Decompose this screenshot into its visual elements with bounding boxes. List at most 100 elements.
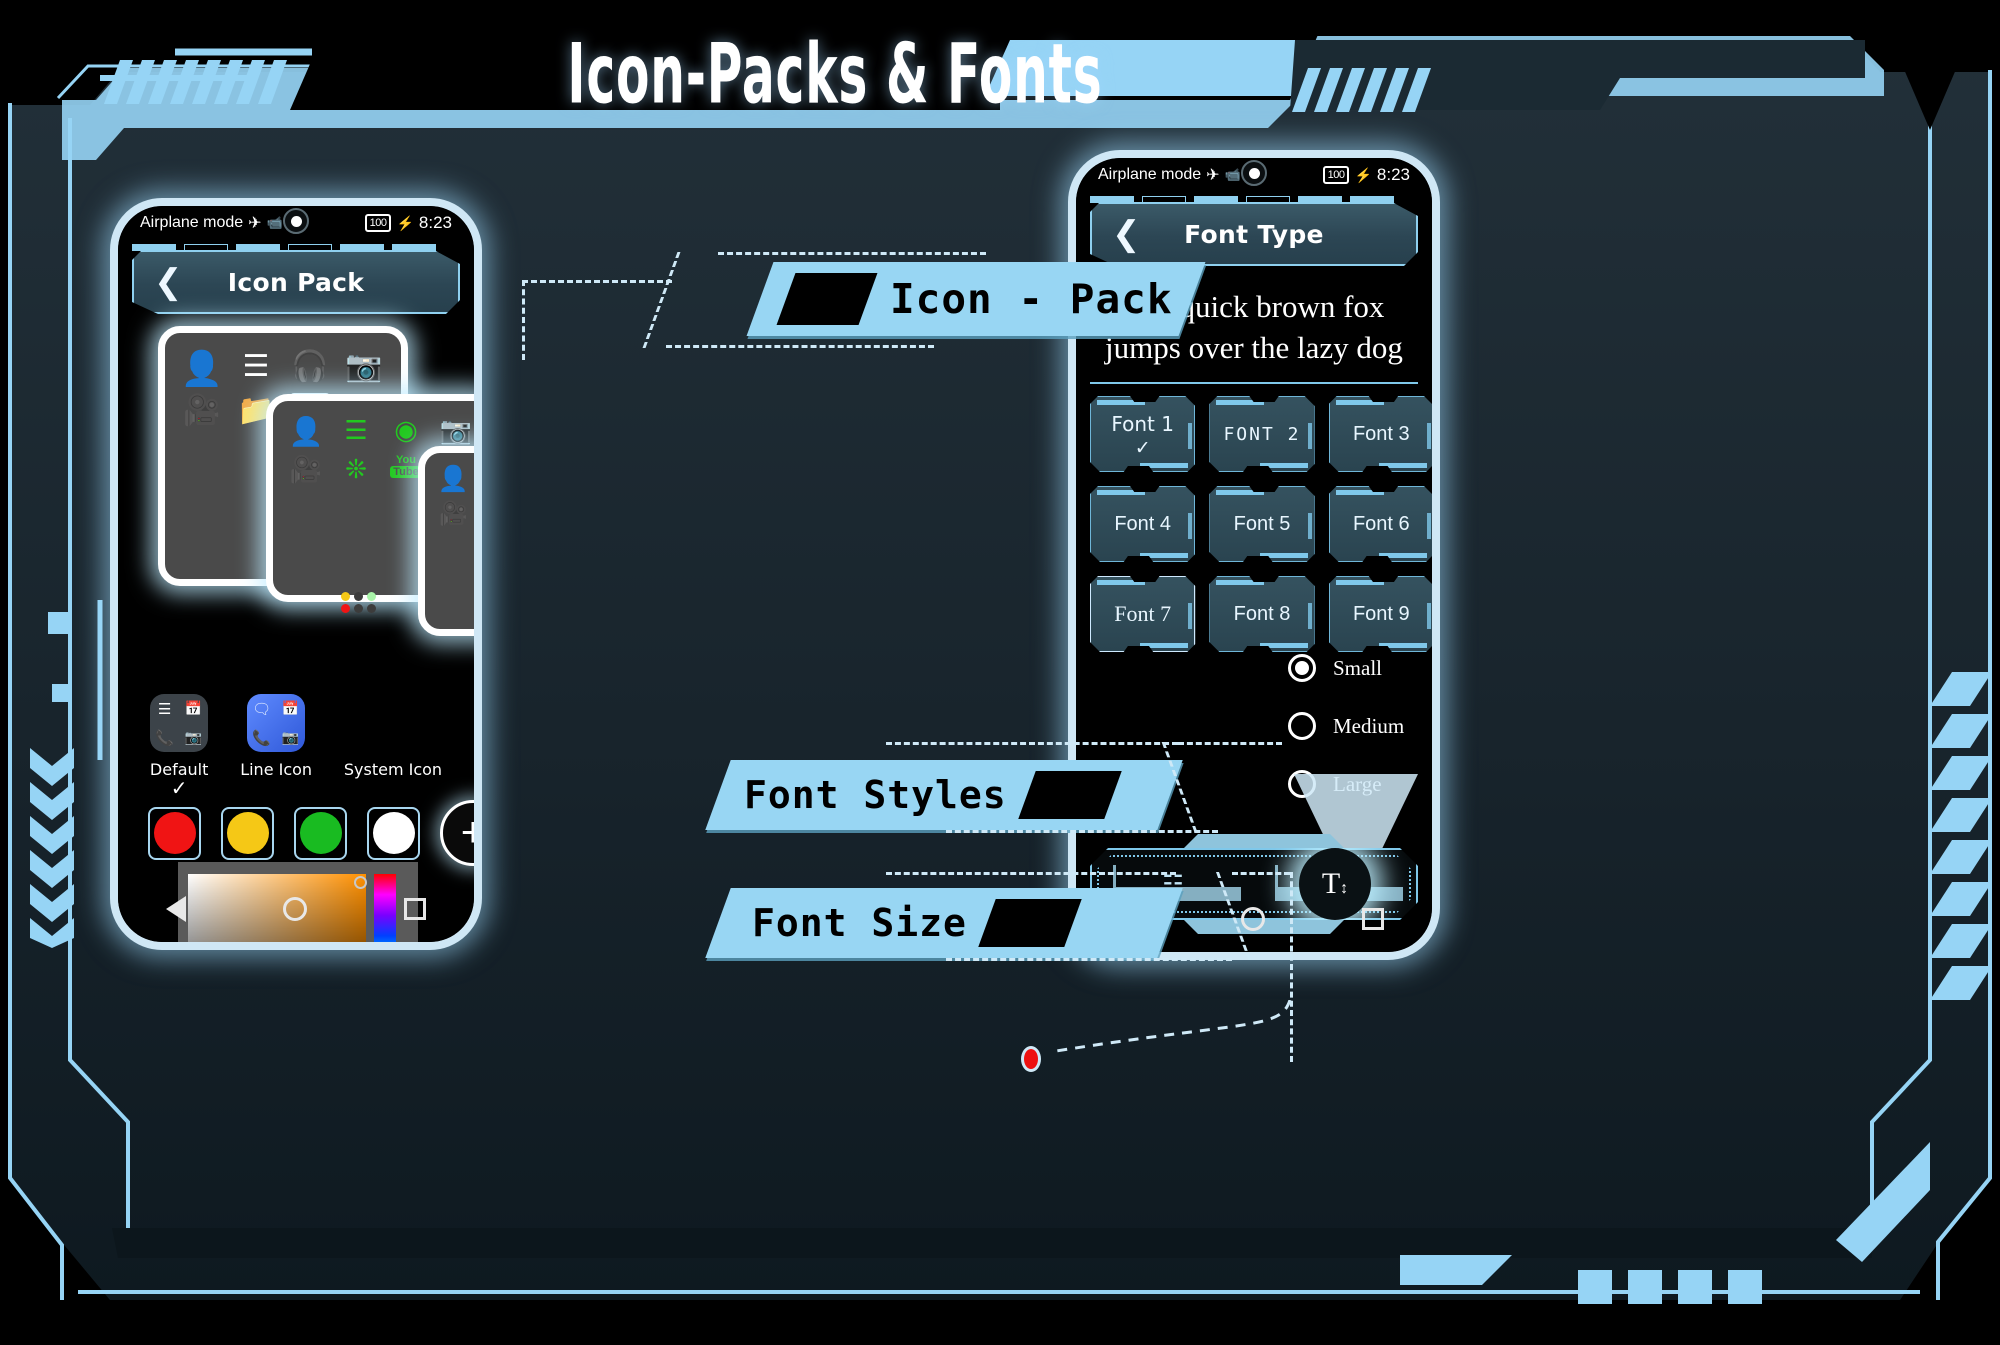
icon-grid-orange: 👤 ☰ ◉ 📷 🎥 ❊ YouTube 🎧 bbox=[425, 453, 474, 539]
font-option-7[interactable]: Font 7 bbox=[1090, 576, 1195, 652]
font-option-4[interactable]: Font 4 bbox=[1090, 486, 1195, 562]
equalizer-bars bbox=[500, 958, 1140, 1228]
leader-icon-pack-bottom bbox=[666, 345, 934, 348]
leader-icon-pack-stub bbox=[522, 280, 525, 360]
equalizer-bar bbox=[860, 1192, 873, 1228]
message-icon: ☰ bbox=[242, 350, 270, 383]
size-option-medium[interactable]: Medium bbox=[1288, 712, 1404, 740]
contact-icon: 👤 bbox=[437, 465, 470, 493]
icon-pack-option-line[interactable]: 🗨 📅 📞 📷 Line Icon bbox=[240, 694, 312, 799]
left-carrier-label: Airplane mode bbox=[140, 214, 244, 231]
swatch-white[interactable] bbox=[367, 806, 420, 860]
left-chevrons bbox=[30, 748, 74, 948]
line-pack-tile: 🗨 📅 📞 📷 bbox=[247, 694, 306, 752]
message-icon: ☰ bbox=[344, 415, 368, 445]
rail-square-1 bbox=[48, 612, 70, 634]
footer-squares bbox=[1578, 1270, 1762, 1304]
home-nav-icon[interactable] bbox=[282, 897, 307, 921]
font-option-label: Font 1 bbox=[1111, 411, 1174, 436]
font-option-1[interactable]: Font 1 ✓ bbox=[1090, 396, 1195, 472]
airplane-icon: ✈ bbox=[248, 215, 262, 232]
leader-font-size-top bbox=[886, 872, 1176, 875]
pack-label: Default bbox=[149, 760, 209, 779]
home-nav-icon[interactable] bbox=[1240, 907, 1265, 931]
callout-icon-pack: Icon - Pack bbox=[746, 262, 1206, 336]
swatch-green[interactable] bbox=[294, 806, 347, 860]
right-appbar-title: Font Type bbox=[1184, 219, 1324, 249]
font-option-label: FONT 2 bbox=[1223, 423, 1301, 445]
font-option-9[interactable]: Font 9 bbox=[1329, 576, 1432, 652]
equalizer-bar bbox=[806, 1020, 819, 1228]
font-option-label: Font 5 bbox=[1233, 512, 1291, 535]
calendar-outline-icon: 📅 bbox=[281, 700, 300, 716]
left-appbar-title: Icon Pack bbox=[227, 267, 365, 297]
equalizer-bar bbox=[752, 1138, 765, 1228]
font-option-label: Font 8 bbox=[1233, 602, 1291, 625]
recents-nav-icon[interactable] bbox=[403, 898, 426, 920]
font-option-8[interactable]: Font 8 bbox=[1209, 576, 1314, 652]
leader-font-styles-to-phone bbox=[1178, 742, 1282, 745]
callout-font-size: Font Size bbox=[705, 888, 1183, 958]
video-camera-icon: 📹 bbox=[1224, 167, 1241, 182]
font-option-label: Font 4 bbox=[1114, 512, 1172, 535]
equalizer-bar bbox=[590, 1147, 603, 1228]
font-option-5[interactable]: Font 5 bbox=[1209, 486, 1314, 562]
headset-icon: 🎧 bbox=[291, 350, 329, 383]
right-appbar: ❮ Font Type bbox=[1090, 202, 1418, 266]
contact-icon: 👤 bbox=[288, 416, 324, 447]
equalizer-bar bbox=[824, 1087, 837, 1228]
font-option-label: Font 7 bbox=[1114, 601, 1172, 626]
add-color-button[interactable]: + bbox=[440, 800, 474, 866]
size-option-label: Medium bbox=[1333, 713, 1405, 738]
calendar-icon: 📅 bbox=[184, 700, 203, 716]
equalizer-bar bbox=[608, 1087, 621, 1228]
right-carrier-label: Airplane mode bbox=[1098, 166, 1202, 183]
recents-nav-icon[interactable] bbox=[1361, 908, 1384, 930]
equalizer-bar bbox=[500, 1160, 513, 1228]
pack-label: Line Icon bbox=[240, 760, 313, 779]
camera-icon: 📷 bbox=[345, 350, 383, 383]
message-icon: ☰ bbox=[157, 700, 172, 718]
right-clock: 8:23 bbox=[1376, 165, 1410, 184]
leader-font-size-to-phone bbox=[1232, 872, 1290, 875]
equalizer-bar bbox=[536, 1020, 549, 1228]
icon-pack-option-system[interactable]: System Icon bbox=[344, 694, 442, 799]
page-title: Icon-Packs & Fonts bbox=[567, 26, 1103, 123]
back-nav-icon[interactable] bbox=[166, 896, 187, 922]
front-camera-notch bbox=[1241, 160, 1267, 186]
swatch-yellow[interactable] bbox=[221, 806, 274, 860]
font-option-3[interactable]: Font 3 bbox=[1329, 396, 1432, 472]
size-option-small[interactable]: Small bbox=[1288, 654, 1404, 682]
equalizer-bar bbox=[932, 1020, 945, 1228]
leader-font-styles-bottom bbox=[946, 830, 1218, 833]
swatch-red[interactable] bbox=[148, 806, 201, 860]
phone-icon: 📞 bbox=[155, 729, 174, 747]
chrome-icon: ◉ bbox=[394, 415, 418, 445]
default-pack-tile: ☰ 📅 📞 📷 bbox=[150, 694, 209, 752]
left-clock: 8:23 bbox=[418, 213, 452, 232]
app-root: Icon-Packs & Fonts Airplane mode ✈ 📹 100… bbox=[0, 0, 2000, 1345]
leader-curve bbox=[1049, 1000, 1292, 1054]
callout-label: Font Size bbox=[752, 901, 967, 945]
equalizer-bar bbox=[626, 976, 639, 1228]
icon-pack-chooser: ☰ 📅 📞 📷 Default ✓ 🗨 📅 📞 📷 Line Icon Syst… bbox=[118, 694, 474, 799]
phone-outline-icon: 📞 bbox=[252, 729, 271, 747]
icon-preview-card-orange[interactable]: 👤 ☰ ◉ 📷 🎥 ❊ YouTube 🎧 bbox=[418, 446, 474, 636]
battery-badge: 100 bbox=[364, 214, 392, 232]
leader-font-size-bottom bbox=[946, 958, 1232, 961]
leader-icon-pack-top bbox=[718, 252, 986, 255]
duo-icon: 🎥 bbox=[289, 454, 323, 484]
pack-label: System Icon bbox=[343, 760, 443, 779]
font-option-2[interactable]: FONT 2 bbox=[1209, 396, 1314, 472]
icon-pack-option-default[interactable]: ☰ 📅 📞 📷 Default ✓ bbox=[150, 694, 208, 799]
pack-dots bbox=[341, 592, 377, 613]
equalizer-bar bbox=[950, 1071, 963, 1228]
leader-font-styles-top bbox=[886, 742, 1178, 745]
right-appbar-ticks bbox=[1090, 196, 1418, 203]
font-option-label: Font 9 bbox=[1352, 602, 1410, 625]
callout-marker bbox=[776, 273, 878, 325]
equalizer-bar bbox=[734, 1155, 747, 1228]
font-option-label: Font 3 bbox=[1352, 422, 1410, 445]
font-option-6[interactable]: Font 6 bbox=[1329, 486, 1432, 562]
equalizer-bar bbox=[770, 1087, 783, 1228]
